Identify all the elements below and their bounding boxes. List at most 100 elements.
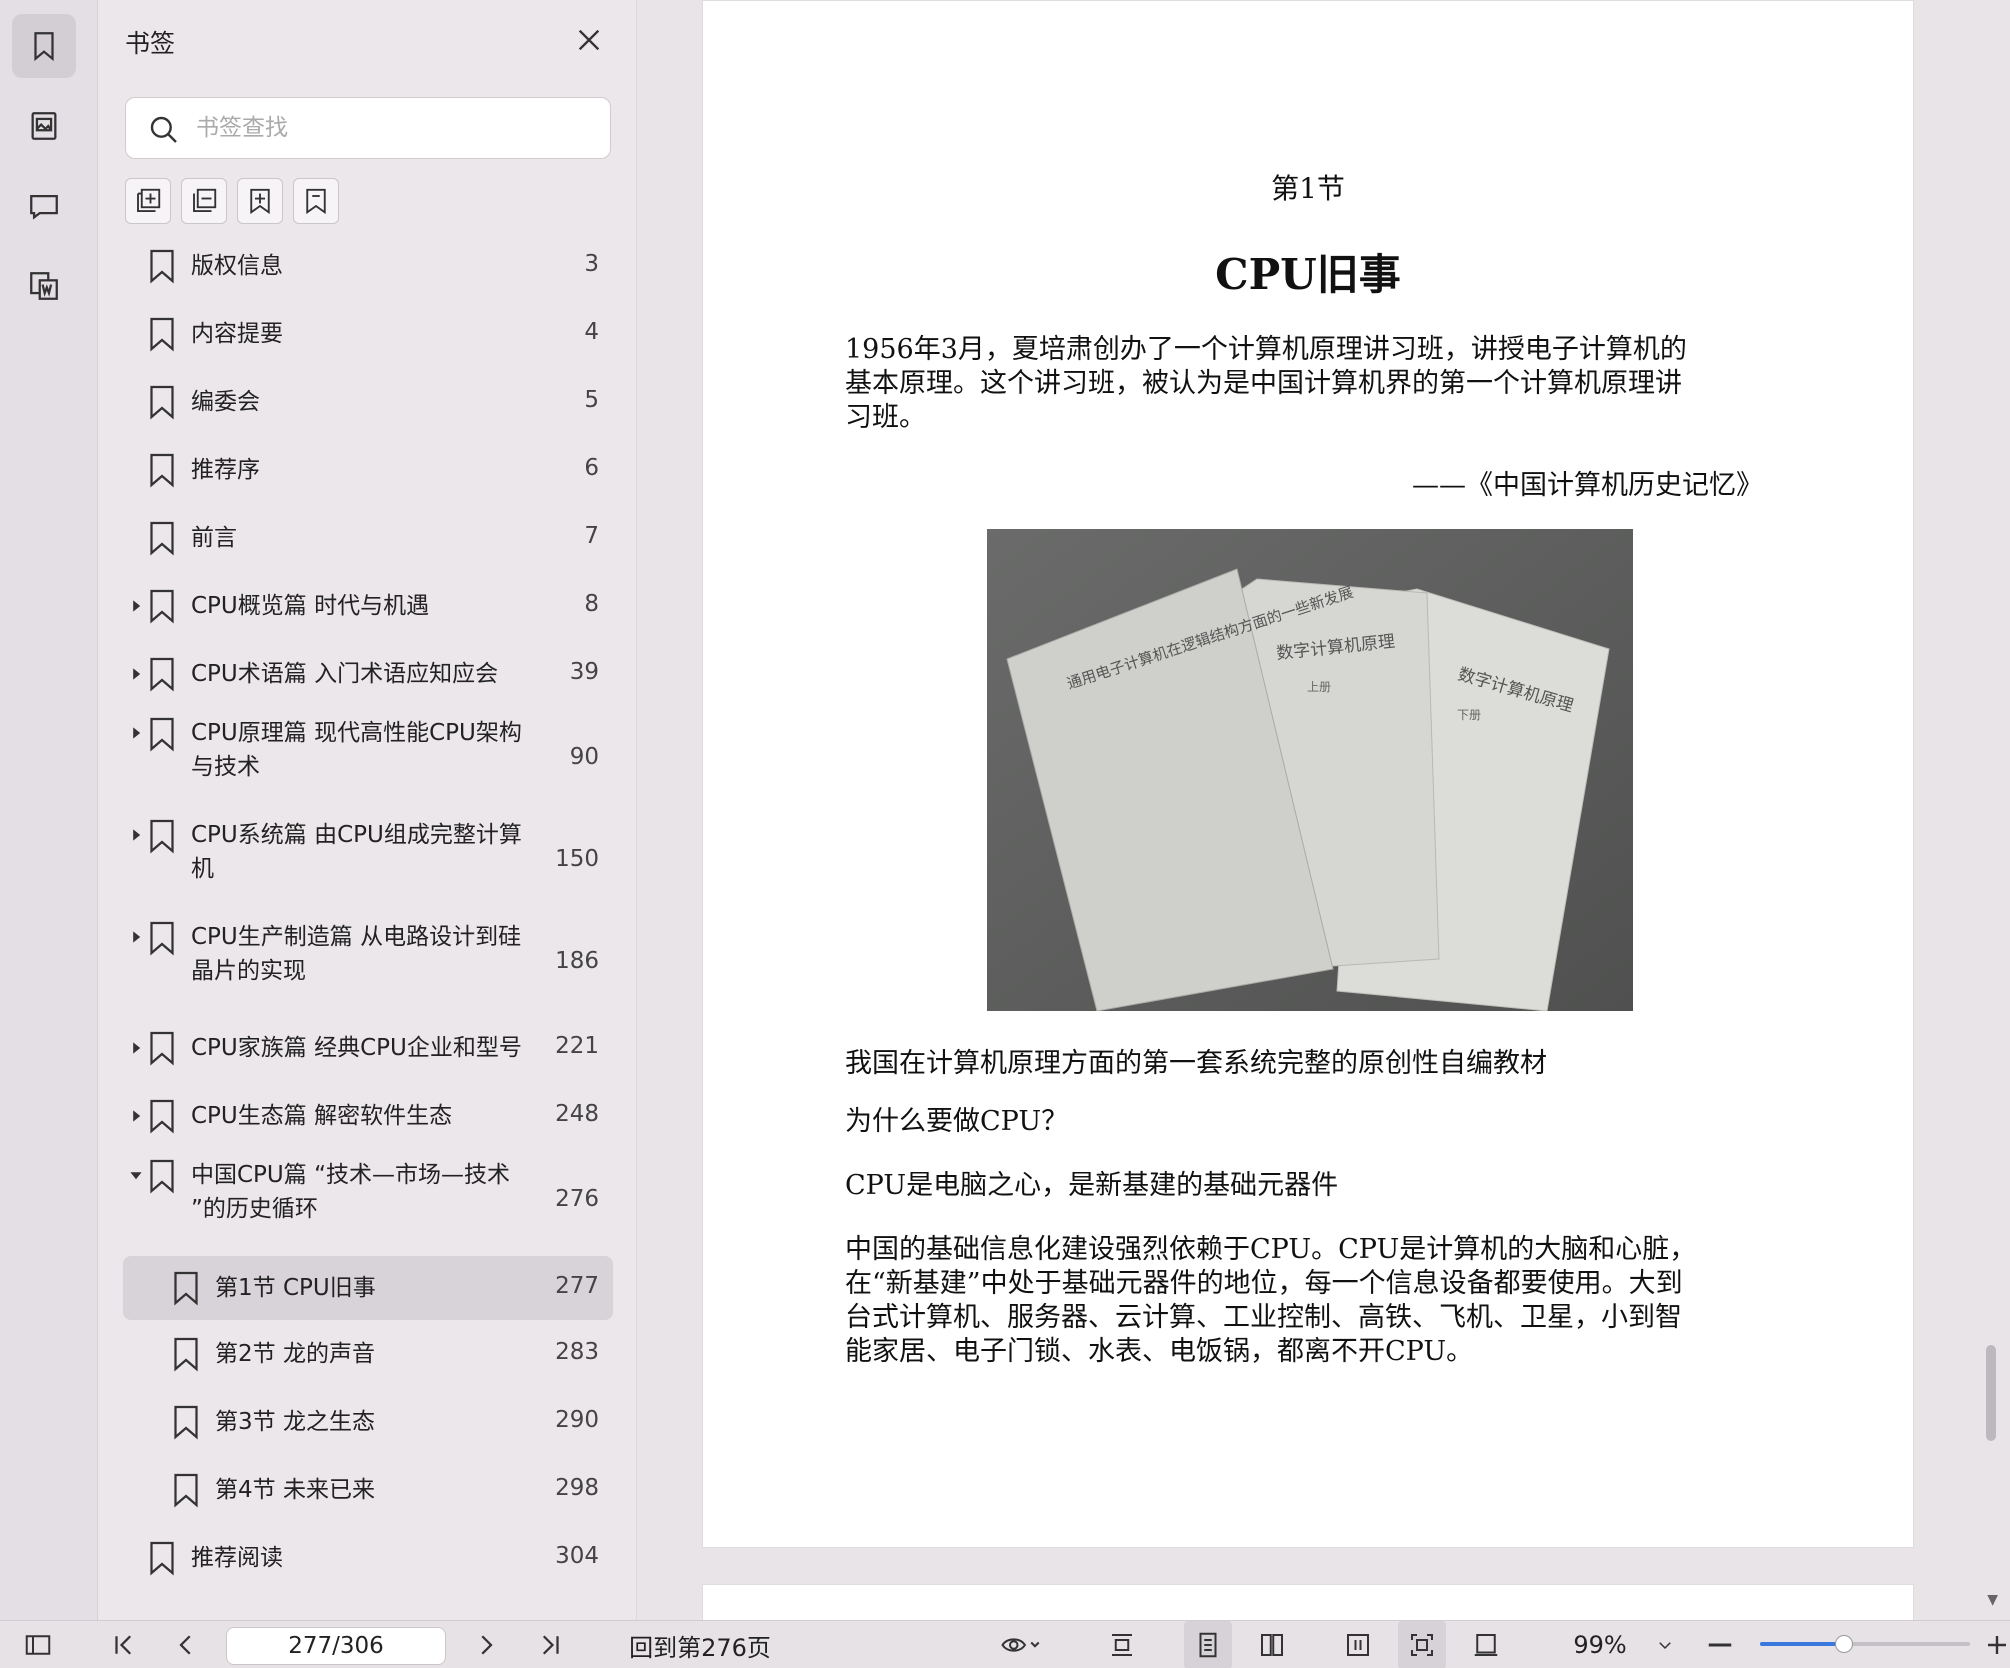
- caret-right-icon[interactable]: [129, 1041, 143, 1055]
- bookmark-item[interactable]: CPU术语篇 入门术语应知应会 39: [123, 640, 613, 708]
- zoom-slider-fill: [1760, 1642, 1844, 1646]
- bookmark-item[interactable]: 第4节 未来已来 298: [123, 1456, 613, 1524]
- bookmark-icon: [174, 1337, 198, 1372]
- bookmark-item[interactable]: CPU原理篇 现代高性能CPU架构 与技术 90: [123, 708, 613, 810]
- thumbnail-icon[interactable]: [12, 94, 76, 158]
- bookmark-label-line: 内容提要: [191, 321, 283, 347]
- bookmark-page-number: 7: [584, 523, 599, 549]
- bookmark-page-number: 6: [584, 455, 599, 481]
- zoom-dropdown-icon[interactable]: [1650, 1621, 1680, 1668]
- bookmark-label: 版权信息: [191, 249, 283, 283]
- bookmark-item[interactable]: 内容提要 4: [123, 300, 613, 368]
- bookmark-label-line: CPU系统篇 由CPU组成完整计算: [191, 822, 522, 848]
- bookmark-item[interactable]: 前言 7: [123, 504, 613, 572]
- bookmark-label-line: 版权信息: [191, 253, 283, 279]
- actual-size-icon[interactable]: [1462, 1621, 1510, 1668]
- bookmark-page-number: 290: [555, 1407, 599, 1433]
- bookmark-label-line: CPU生态篇 解密软件生态: [191, 1103, 453, 1129]
- vertical-scrollbar[interactable]: [1986, 1345, 1996, 1441]
- bookmark-page-number: 5: [584, 387, 599, 413]
- back-to-page-link[interactable]: 回到第276页: [620, 1621, 780, 1668]
- bookmark-label-line: 编委会: [191, 389, 260, 415]
- bookmark-label-line: 与技术: [191, 754, 260, 780]
- bookmark-icon: [150, 1031, 174, 1066]
- bookmark-label: CPU系统篇 由CPU组成完整计算机: [191, 818, 522, 886]
- first-page-icon[interactable]: [104, 1621, 144, 1668]
- bookmark-item[interactable]: 编委会 5: [123, 368, 613, 436]
- bookmark-label: 推荐序: [191, 453, 260, 487]
- bookmark-label-line: CPU原理篇 现代高性能CPU架构: [191, 720, 522, 746]
- bookmark-search[interactable]: [125, 97, 611, 159]
- convert-word-icon[interactable]: [12, 254, 76, 318]
- fit-width-icon[interactable]: [1334, 1621, 1382, 1668]
- scroll-down-icon[interactable]: ▼: [1987, 1592, 1998, 1608]
- caret-right-icon[interactable]: [129, 930, 143, 944]
- bookmark-item[interactable]: 第1节 CPU旧事 277: [123, 1256, 613, 1320]
- bookmark-item[interactable]: CPU家族篇 经典CPU企业和型号 221: [123, 1014, 613, 1082]
- bookmark-label-line: 第4节 未来已来: [215, 1477, 375, 1503]
- bookmark-label-line: 第3节 龙之生态: [215, 1409, 375, 1435]
- view-mode-dropdown[interactable]: [990, 1621, 1050, 1668]
- fit-height-icon[interactable]: [1098, 1621, 1146, 1668]
- bookmark-page-number: 277: [555, 1273, 599, 1299]
- quote-source: ——《中国计算机历史记忆》: [1412, 470, 1763, 501]
- caret-right-icon[interactable]: [129, 667, 143, 681]
- two-page-icon[interactable]: [1248, 1621, 1296, 1668]
- bookmark-panel: 书签 版权信息3内容提要4编委会5推荐序6前言7CPU概览篇 时代与机遇8CPU…: [99, 0, 637, 1620]
- bookmark-item[interactable]: 版权信息 3: [123, 232, 613, 300]
- body-line: 在“新基建”中处于基础元器件的地位，每一个信息设备都要使用。大到: [845, 1268, 1683, 1299]
- bookmark-item[interactable]: CPU系统篇 由CPU组成完整计算机 150: [123, 810, 613, 912]
- bookmark-item[interactable]: CPU生态篇 解密软件生态 248: [123, 1082, 613, 1150]
- caret-down-icon[interactable]: [129, 1168, 143, 1182]
- zoom-in-icon[interactable]: [1984, 1621, 2010, 1668]
- bookmark-page-number: 186: [555, 948, 599, 974]
- body-line: 能家居、电子门锁、水表、电饭锅，都离不开CPU。: [845, 1336, 1474, 1367]
- bookmark-item[interactable]: CPU生产制造篇 从电路设计到硅 晶片的实现 186: [123, 912, 613, 1014]
- caret-right-icon[interactable]: [129, 828, 143, 842]
- bookmark-page-number: 283: [555, 1339, 599, 1365]
- answer-heading: CPU是电脑之心，是新基建的基础元器件: [845, 1170, 1339, 1201]
- bookmark-label-line: 第2节 龙的声音: [215, 1341, 375, 1367]
- close-icon[interactable]: [573, 24, 605, 56]
- quote-line: 1956年3月，夏培肃创办了一个计算机原理讲习班，讲授电子计算机的: [845, 334, 1687, 365]
- bookmark-icon: [150, 317, 174, 352]
- caret-right-icon[interactable]: [129, 599, 143, 613]
- remove-bookmark-icon[interactable]: [181, 178, 227, 224]
- quote-text: 1956年3月，夏培肃创办了一个计算机原理讲习班，讲授电子计算机的 基本原理。这…: [845, 333, 1765, 435]
- fit-page-icon[interactable]: [1398, 1621, 1446, 1668]
- bookmark-label-line: 推荐阅读: [191, 1545, 283, 1571]
- single-page-icon[interactable]: [1184, 1621, 1232, 1668]
- bookmark-toolbar: [125, 178, 339, 224]
- bookmark-icon: [150, 385, 174, 420]
- caret-right-icon[interactable]: [129, 1109, 143, 1123]
- zoom-out-icon[interactable]: [1702, 1621, 1738, 1668]
- textbook-photo: 通用电子计算机在逻辑结构方面的一些新发展 数字计算机原理 上册 数字计算机原理 …: [987, 529, 1633, 1011]
- toggle-sidebar-icon[interactable]: [18, 1621, 58, 1668]
- next-page-icon[interactable]: [466, 1621, 506, 1668]
- bookmark-item[interactable]: 第3节 龙之生态 290: [123, 1388, 613, 1456]
- bookmark-icon[interactable]: [12, 14, 76, 78]
- add-child-bookmark-icon[interactable]: [237, 178, 283, 224]
- bookmark-label: 前言: [191, 521, 237, 555]
- zoom-slider[interactable]: [1760, 1635, 1970, 1653]
- last-page-icon[interactable]: [530, 1621, 570, 1668]
- bookmark-page-number: 221: [555, 1033, 599, 1059]
- bookmark-item[interactable]: 推荐序 6: [123, 436, 613, 504]
- zoom-slider-handle[interactable]: [1835, 1635, 1853, 1653]
- caret-right-icon[interactable]: [129, 726, 143, 740]
- bookmark-item[interactable]: 推荐阅读 304: [123, 1524, 613, 1592]
- search-input[interactable]: [196, 110, 596, 146]
- document-view[interactable]: 第1节 CPU旧事 1956年3月，夏培肃创办了一个计算机原理讲习班，讲授电子计…: [638, 0, 2010, 1644]
- bookmark-label-line: CPU概览篇 时代与机遇: [191, 593, 430, 619]
- prev-page-icon[interactable]: [166, 1621, 206, 1668]
- bookmark-outline-icon[interactable]: [293, 178, 339, 224]
- bookmark-item[interactable]: 第2节 龙的声音 283: [123, 1320, 613, 1388]
- panel-title: 书签: [125, 29, 176, 58]
- page-number-input[interactable]: [226, 1627, 446, 1665]
- body-line: 台式计算机、服务器、云计算、工业控制、高铁、飞机、卫星，小到智: [845, 1302, 1682, 1333]
- bookmark-item[interactable]: CPU概览篇 时代与机遇 8: [123, 572, 613, 640]
- add-bookmark-icon[interactable]: [125, 178, 171, 224]
- bookmark-icon: [150, 453, 174, 488]
- comment-icon[interactable]: [12, 174, 76, 238]
- bookmark-item[interactable]: 中国CPU篇 “技术—市场—技术 ”的历史循环 276: [123, 1150, 613, 1252]
